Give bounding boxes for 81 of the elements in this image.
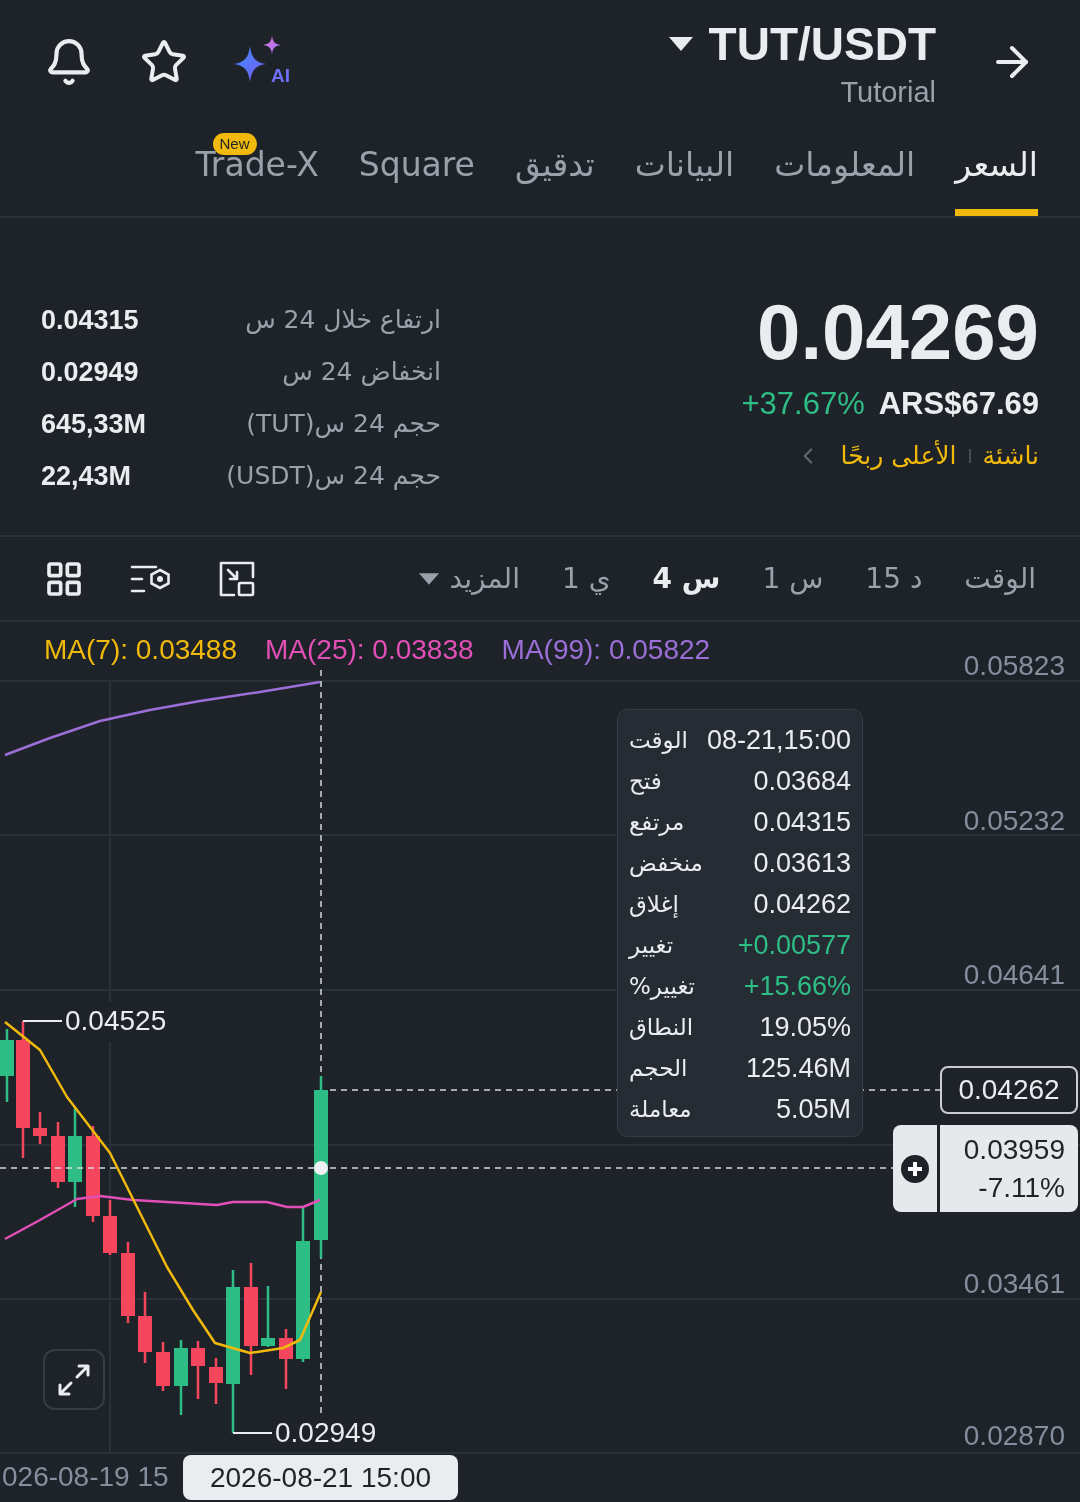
tab[interactable]: البيانات bbox=[634, 133, 735, 216]
candlestick bbox=[261, 1286, 275, 1347]
tab[interactable]: New Trade-X bbox=[195, 133, 319, 216]
tooltip-value: 5.05M bbox=[775, 1093, 851, 1124]
candlestick bbox=[33, 1112, 47, 1144]
crosshair-change: -7.11% bbox=[978, 1170, 1065, 1205]
candlestick bbox=[191, 1341, 205, 1399]
price-change: +37.67% bbox=[741, 386, 865, 422]
stat-label: حجم 24 س(USDT) bbox=[226, 460, 441, 493]
tab[interactable]: المعلومات bbox=[774, 133, 916, 216]
frame-arrow-icon[interactable] bbox=[218, 559, 256, 598]
price-axis-label: 0.05232 bbox=[963, 805, 1065, 837]
tag-link[interactable]: ناشئة bbox=[982, 439, 1039, 473]
tooltip-label: معاملة bbox=[629, 1094, 692, 1124]
crosshair-price: 0.03959 bbox=[963, 1132, 1065, 1167]
stat-value: 22,43M bbox=[41, 459, 132, 493]
candlestick bbox=[103, 1200, 117, 1255]
tooltip-value: 0.03684 bbox=[753, 765, 851, 796]
tooltip-value: 08-21,15:00 bbox=[706, 724, 851, 755]
timeframe-tab[interactable]: 15 د bbox=[865, 560, 923, 597]
tooltip-value: 19.05% bbox=[759, 1011, 851, 1042]
crosshair-dot-icon bbox=[314, 1161, 328, 1175]
pair-selector[interactable]: TUT/USDT bbox=[668, 18, 936, 70]
candlestick bbox=[138, 1292, 152, 1363]
price-axis-label: 0.05823 bbox=[963, 650, 1065, 682]
tooltip-value: 0.04262 bbox=[753, 888, 851, 919]
tooltip-label: إغلاق bbox=[629, 889, 679, 919]
stat-value: 0.04315 bbox=[41, 303, 139, 337]
tooltip-value: +0.00577 bbox=[737, 929, 851, 960]
tooltip-label: مرتفع bbox=[629, 807, 685, 837]
indicator-legend: MA(25): 0.03838 bbox=[265, 634, 474, 666]
expand-icon bbox=[57, 1362, 91, 1397]
tooltip-value: +15.66% bbox=[743, 970, 851, 1001]
tab[interactable]: السعر bbox=[955, 133, 1038, 216]
stat-value: 645,33M bbox=[41, 407, 147, 441]
stat-label: ارتفاع خلال 24 س bbox=[245, 304, 441, 337]
tooltip-label: تغيير bbox=[629, 930, 674, 960]
tag-link[interactable]: الأعلى ربحًا bbox=[840, 439, 957, 473]
high-price-label: 0.04525 bbox=[65, 1005, 167, 1037]
crosshair-date-tag: 2026-08-21 15:00 bbox=[183, 1455, 458, 1500]
tooltip-value: 0.04315 bbox=[753, 806, 851, 837]
indicator-legend: MA(99): 0.05822 bbox=[501, 634, 711, 666]
tooltip-value: 0.03613 bbox=[753, 847, 851, 878]
tooltip-label: الحجم bbox=[629, 1053, 688, 1083]
last-price: 0.04269 bbox=[757, 294, 1039, 370]
timeframe-tab[interactable]: الوقت bbox=[964, 560, 1036, 597]
last-price-tag: 0.04262 bbox=[940, 1066, 1078, 1114]
timeframe-tab[interactable]: 4 س bbox=[652, 560, 721, 597]
caret-down-icon bbox=[668, 37, 693, 51]
tooltip-label: منخفض bbox=[629, 848, 703, 878]
candlestick bbox=[51, 1122, 65, 1188]
pair-subtitle: Tutorial bbox=[840, 75, 936, 110]
tooltip-value: 125.46M bbox=[745, 1052, 851, 1083]
price-axis-label: 0.03461 bbox=[963, 1268, 1065, 1300]
leader-line bbox=[22, 1020, 63, 1022]
stat-label: انخفاض 24 س bbox=[282, 356, 441, 389]
timeframe-tab[interactable]: 1 س bbox=[762, 560, 824, 597]
tooltip-label: الوقت bbox=[629, 725, 688, 755]
time-axis-label: 026-08-19 15 bbox=[2, 1460, 169, 1494]
stat-label: حجم 24 س(TUT) bbox=[246, 408, 441, 441]
expand-button[interactable] bbox=[43, 1349, 105, 1410]
candlestick bbox=[279, 1329, 293, 1389]
tooltip-label: تغيير% bbox=[629, 971, 695, 1001]
timeframe-tab[interactable]: 1 ي bbox=[561, 560, 611, 597]
caret-down-icon bbox=[419, 572, 440, 585]
stat-value: 0.02949 bbox=[41, 355, 139, 389]
tooltip-label: النطاق bbox=[629, 1012, 694, 1042]
leader-line bbox=[232, 1432, 273, 1434]
price-axis-label: 0.04641 bbox=[963, 959, 1065, 991]
more-dropdown[interactable]: المزيد bbox=[419, 560, 520, 597]
ai-button[interactable]: AI bbox=[234, 36, 290, 88]
indicator-legend: MA(7): 0.03488 bbox=[44, 634, 237, 666]
low-price-label: 0.02949 bbox=[275, 1417, 377, 1449]
candlestick bbox=[156, 1342, 170, 1391]
fiat-price: ARS$67.69 bbox=[878, 386, 1039, 422]
tab[interactable]: تدقيق bbox=[514, 133, 595, 216]
price-axis-label: 0.02870 bbox=[963, 1420, 1065, 1452]
plus-circle-icon bbox=[901, 1154, 929, 1183]
tooltip-label: فتح bbox=[629, 766, 662, 796]
tab[interactable]: Square bbox=[358, 133, 475, 216]
candlestick bbox=[209, 1358, 223, 1404]
